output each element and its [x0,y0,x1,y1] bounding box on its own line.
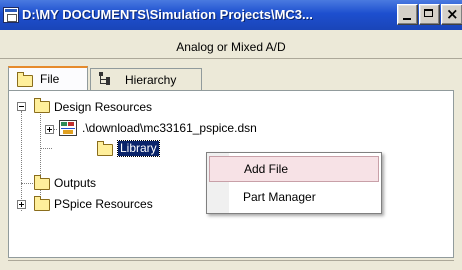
hierarchy-icon [98,72,114,86]
title-bar[interactable]: D:\MY DOCUMENTS\Simulation Projects\MC3.… [0,0,462,30]
tab-file[interactable]: File [8,66,88,90]
tree-item-design-resources[interactable]: Design Resources [54,100,152,115]
folder-icon [97,141,113,156]
minimize-button[interactable] [397,4,418,25]
window-title: D:\MY DOCUMENTS\Simulation Projects\MC3.… [22,7,313,22]
maximize-button[interactable] [419,4,440,25]
tree-item-library[interactable]: Library [117,140,160,157]
tree-line [21,111,22,211]
menu-item-add-file[interactable]: Add File [209,156,379,182]
folder-icon [17,72,33,87]
tab-file-label: File [40,72,60,86]
app-icon[interactable] [3,7,19,23]
tab-hierarchy[interactable]: Hierarchy [90,68,202,90]
folder-icon [34,175,50,190]
expand-pspice-resources-icon[interactable] [17,200,26,209]
schematic-design-icon [59,120,77,136]
tree-item-pspice-resources[interactable]: PSpice Resources [54,197,153,212]
menu-item-part-manager[interactable]: Part Manager [209,185,379,211]
folder-icon [34,98,50,113]
tree-item-dsn-file[interactable]: .\download\mc33161_pspice.dsn [82,121,257,136]
expand-dsn-icon[interactable] [45,125,54,134]
tab-hierarchy-label: Hierarchy [125,73,177,87]
menu-item-label: Add File [244,162,289,176]
close-button[interactable]: × [441,4,462,25]
collapse-design-resources-icon[interactable] [17,102,26,111]
tree-item-outputs[interactable]: Outputs [54,176,96,191]
close-icon: × [446,5,459,23]
bottom-border [8,260,454,267]
project-type-label: Analog or Mixed A/D [176,40,286,54]
folder-icon [34,196,50,211]
divider [0,58,462,59]
tree-line [40,148,52,149]
menu-item-label: Part Manager [243,190,316,204]
context-menu[interactable]: Add File Part Manager [206,152,382,214]
